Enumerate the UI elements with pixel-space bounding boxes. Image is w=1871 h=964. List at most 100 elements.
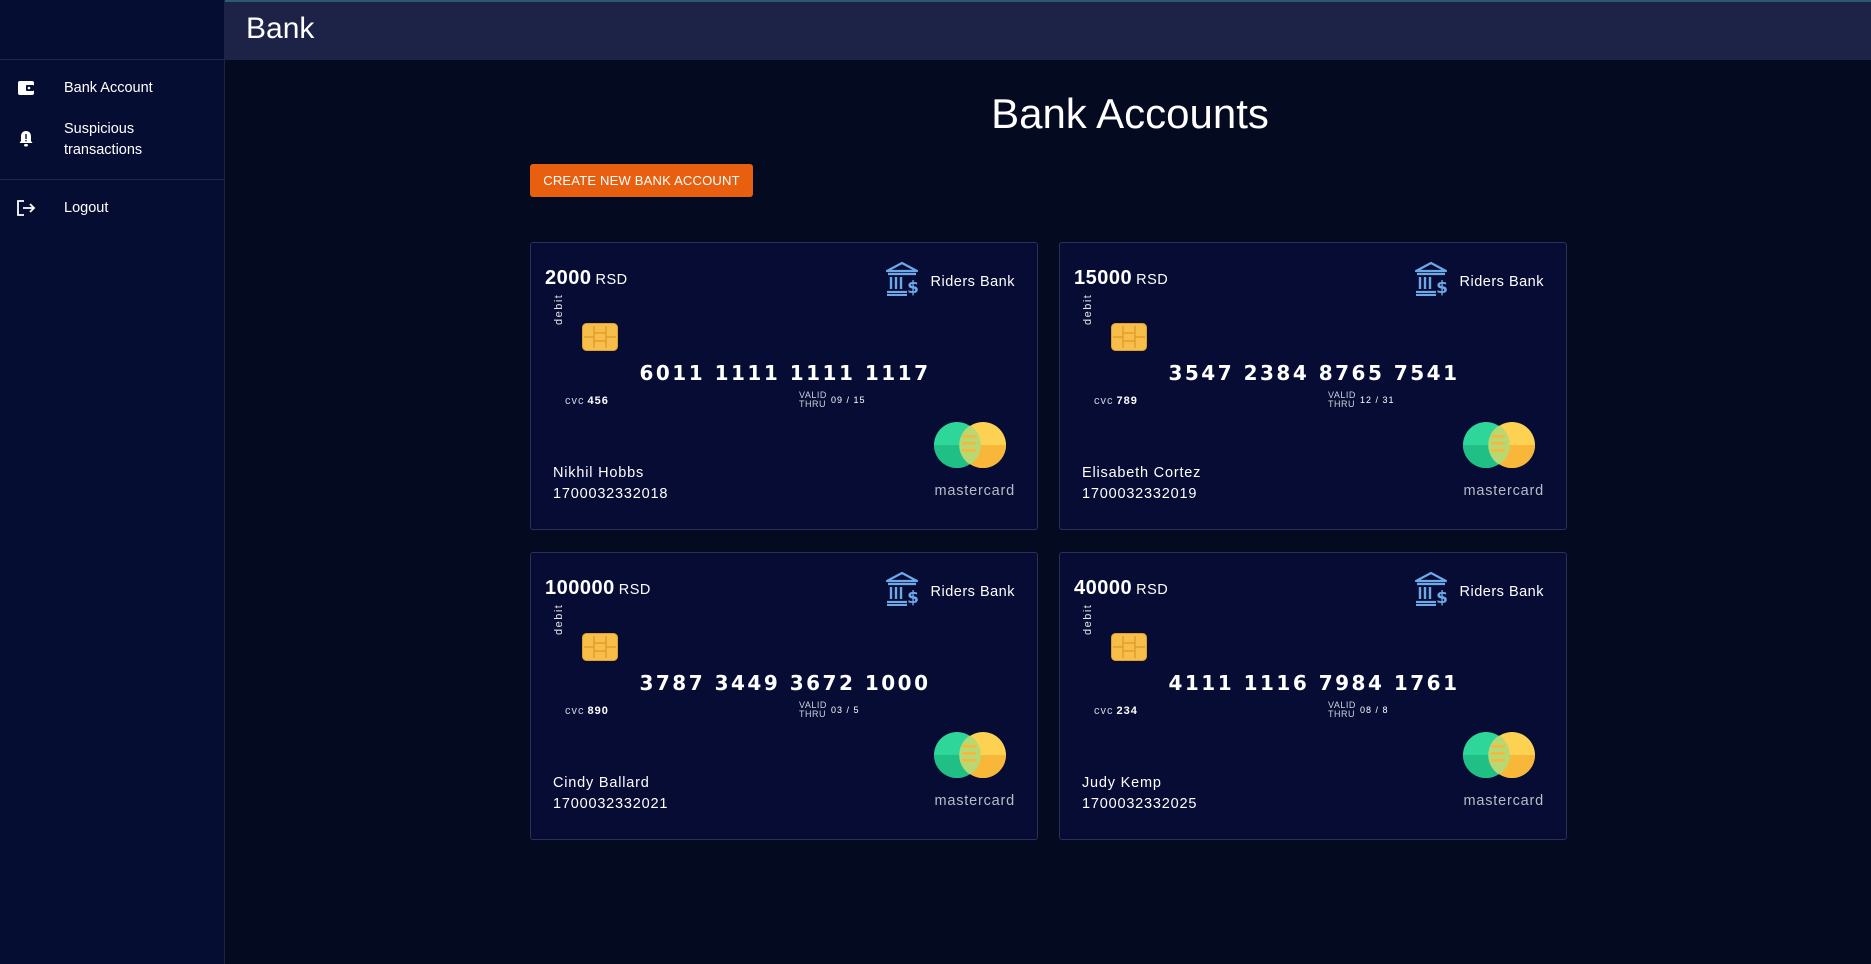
card-number: 6011 1111 1111 1117: [639, 361, 931, 385]
cvc-value: 890: [587, 705, 609, 717]
bank-name: Riders Bank: [1459, 583, 1544, 600]
wallet-icon: [16, 78, 36, 98]
thru-label: THRU: [1328, 709, 1355, 719]
bank-name: Riders Bank: [930, 583, 1015, 600]
card-number: 3547 2384 8765 7541: [1168, 361, 1460, 385]
card-cvc: cvc 456: [565, 395, 609, 407]
thru-label: THRU: [799, 399, 826, 409]
card-network: mastercard: [1463, 483, 1544, 499]
card-balance: 15000 RSD: [1074, 267, 1168, 290]
svg-text:$: $: [907, 278, 919, 297]
sidebar-item-label: Suspicious transactions: [64, 121, 143, 158]
card-holder-name: Cindy Ballard: [553, 775, 650, 791]
chip-icon: [1111, 323, 1147, 356]
balance-currency: RSD: [618, 582, 651, 598]
create-bank-account-button[interactable]: CREATE NEW BANK ACCOUNT: [530, 164, 753, 197]
cvc-value: 456: [587, 395, 609, 407]
cvc-label: cvc: [1094, 705, 1114, 717]
mastercard-logo-icon: [1462, 731, 1536, 784]
balance-amount: 100000: [545, 577, 615, 599]
card-type-label: debit: [1082, 603, 1094, 635]
card-cvc: cvc 234: [1094, 705, 1138, 717]
card-valid-thru: VALID THRU 03 / 5: [799, 701, 860, 719]
card-cvc: cvc 789: [1094, 395, 1138, 407]
valid-thru-label: VALID THRU: [799, 391, 831, 409]
sidebar-item-label: Logout: [64, 200, 109, 216]
svg-text:$: $: [1436, 588, 1448, 607]
card-bank: $ Riders Bank: [1414, 571, 1544, 612]
mastercard-logo-icon: [1462, 421, 1536, 474]
cvc-label: cvc: [565, 395, 585, 407]
card-type-label: debit: [1082, 293, 1094, 325]
valid-thru-value: 03 / 5: [831, 705, 860, 715]
logout-icon: [16, 198, 36, 218]
card-valid-thru: VALID THRU 08 / 8: [1328, 701, 1389, 719]
balance-currency: RSD: [1136, 272, 1169, 288]
bank-name: Riders Bank: [1459, 273, 1544, 290]
card-holder-name: Nikhil Hobbs: [553, 465, 644, 481]
logout-button[interactable]: Logout: [0, 188, 224, 229]
sidebar-header: [0, 0, 224, 60]
svg-text:$: $: [1436, 278, 1448, 297]
account-number: 1700032332025: [1082, 796, 1198, 812]
main-content: Bank Accounts CREATE NEW BANK ACCOUNT 20…: [225, 60, 1871, 964]
card-cvc: cvc 890: [565, 705, 609, 717]
bank-card[interactable]: 40000 RSD $ Riders Bank debit 4111 1116 …: [1059, 552, 1567, 840]
card-holder-name: Elisabeth Cortez: [1082, 465, 1202, 481]
sidebar-item-bank-account[interactable]: Bank Account: [0, 68, 224, 109]
page-title: Bank Accounts: [991, 90, 1269, 137]
bank-card[interactable]: 15000 RSD $ Riders Bank debit 3547 2384 …: [1059, 242, 1567, 530]
card-bank: $ Riders Bank: [885, 261, 1015, 302]
card-number: 3787 3449 3672 1000: [639, 671, 931, 695]
bell-alert-icon: [16, 129, 36, 149]
sidebar-divider: [0, 179, 224, 180]
mastercard-logo-icon: [933, 731, 1007, 784]
sidebar-item-suspicious-transactions[interactable]: Suspicious transactions: [0, 109, 224, 171]
svg-text:$: $: [907, 588, 919, 607]
sidebar-nav: Bank Account Suspicious transactions Log…: [0, 60, 224, 229]
cvc-label: cvc: [565, 705, 585, 717]
cvc-value: 789: [1116, 395, 1138, 407]
card-valid-thru: VALID THRU 12 / 31: [1328, 391, 1395, 409]
bank-icon: $: [885, 261, 923, 302]
balance-currency: RSD: [595, 272, 628, 288]
app-header: Bank: [225, 0, 1871, 60]
card-number: 4111 1116 7984 1761: [1168, 671, 1460, 695]
valid-thru-value: 09 / 15: [831, 395, 866, 405]
chip-icon: [582, 633, 618, 666]
valid-thru-label: VALID THRU: [1328, 701, 1360, 719]
bank-card[interactable]: 2000 RSD $ Riders Bank debit 6011 1111 1…: [530, 242, 1038, 530]
bank-icon: $: [1414, 571, 1452, 612]
card-network: mastercard: [934, 793, 1015, 809]
bank-name: Riders Bank: [930, 273, 1015, 290]
bank-card[interactable]: 100000 RSD $ Riders Bank debit 3787 3449…: [530, 552, 1038, 840]
card-bank: $ Riders Bank: [885, 571, 1015, 612]
valid-thru-label: VALID THRU: [1328, 391, 1360, 409]
chip-icon: [582, 323, 618, 356]
bank-icon: $: [885, 571, 923, 612]
card-balance: 100000 RSD: [545, 577, 651, 600]
account-number: 1700032332021: [553, 796, 669, 812]
card-holder-name: Judy Kemp: [1082, 775, 1162, 791]
card-network: mastercard: [1463, 793, 1544, 809]
card-balance: 40000 RSD: [1074, 577, 1168, 600]
balance-amount: 15000: [1074, 267, 1133, 289]
app-title: Bank: [246, 12, 315, 45]
balance-amount: 2000: [545, 267, 592, 289]
account-number: 1700032332018: [553, 486, 669, 502]
bank-icon: $: [1414, 261, 1452, 302]
card-type-label: debit: [553, 293, 565, 325]
mastercard-logo-icon: [933, 421, 1007, 474]
cvc-value: 234: [1116, 705, 1138, 717]
card-network: mastercard: [934, 483, 1015, 499]
card-type-label: debit: [553, 603, 565, 635]
cvc-label: cvc: [1094, 395, 1114, 407]
valid-thru-value: 12 / 31: [1360, 395, 1395, 405]
valid-thru-value: 08 / 8: [1360, 705, 1389, 715]
balance-currency: RSD: [1136, 582, 1169, 598]
card-bank: $ Riders Bank: [1414, 261, 1544, 302]
thru-label: THRU: [799, 709, 826, 719]
page-title-container: Bank Accounts: [225, 90, 1871, 138]
sidebar: Bank Account Suspicious transactions Log…: [0, 0, 225, 964]
thru-label: THRU: [1328, 399, 1355, 409]
